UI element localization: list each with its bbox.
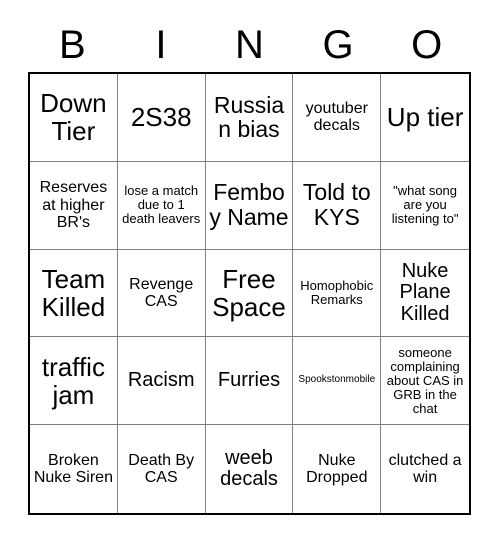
bingo-cell[interactable]: Down Tier [30,74,118,162]
header-letter-b: B [58,23,86,67]
header-letter-o: O [411,23,443,67]
bingo-cell[interactable]: Racism [117,337,206,426]
bingo-cell-label: Broken Nuke Siren [33,451,113,487]
bingo-cell-label: Nuke Plane Killed [399,259,451,325]
bingo-cell[interactable]: clutched a win [381,425,469,513]
bingo-cell-label: Team Killed [41,263,106,322]
bingo-cell[interactable]: Nuke Dropped [293,425,382,513]
bingo-cell-label: Revenge CAS [129,275,194,310]
bingo-cell[interactable]: Revenge CAS [117,249,206,338]
bingo-cell[interactable]: Free Space [205,249,294,338]
bingo-cell[interactable]: Spookstonmobile [293,337,382,426]
bingo-cell[interactable]: 2S38 [117,74,206,162]
bingo-cell-label: Nuke Dropped [306,451,368,487]
bingo-cell[interactable]: Nuke Plane Killed [381,249,469,338]
bingo-cell-label: Racism [127,368,195,391]
bingo-cell[interactable]: youtuber decals [293,74,382,162]
bingo-cell-label: clutched a win [388,451,462,487]
header-letter-n: N [235,23,264,67]
bingo-header: B I N G O [28,18,471,72]
bingo-cell[interactable]: Furries [205,337,294,426]
bingo-cell-label: Spookstonmobile [298,374,376,386]
bingo-cell[interactable]: Up tier [381,74,469,162]
bingo-cell-label: someone complaining about CAS in GRB in … [386,344,464,416]
bingo-cell-label: lose a match due to 1 death leavers [122,183,201,227]
bingo-grid: Down Tier 2S38 Russian bias youtuber decals… [28,72,471,515]
bingo-cell[interactable]: Femboy Name [205,161,294,250]
header-letter-i: I [155,23,167,67]
bingo-cell-label: Reserves at higher BR's [39,179,108,231]
bingo-cell-label: Down Tier [40,88,107,147]
bingo-cell-label: Told to KYS [302,179,371,231]
bingo-cell-label: weeb decals [220,446,278,491]
bingo-cell[interactable]: Russian bias [205,74,294,162]
header-letter-g: G [322,23,354,67]
bingo-cell-label: Free Space [212,263,286,322]
bingo-cell-label: "what song are you listening to" [391,183,459,227]
bingo-cell-label: Death By CAS [128,451,195,487]
bingo-cell[interactable]: "what song are you listening to" [381,161,469,250]
bingo-cell[interactable]: Team Killed [30,249,118,338]
bingo-cell-label: Russian bias [213,91,285,143]
bingo-cell-label: Homophobic Remarks [300,277,374,307]
bingo-cell[interactable]: Homophobic Remarks [293,249,382,338]
bingo-cell[interactable]: Death By CAS [117,425,206,513]
bingo-cell[interactable]: someone complaining about CAS in GRB in … [381,337,469,426]
bingo-cell-label: youtuber decals [305,100,368,135]
bingo-cell[interactable]: Reserves at higher BR's [30,161,118,250]
bingo-cell[interactable]: traffic jam [30,337,118,426]
bingo-cell[interactable]: weeb decals [205,425,294,513]
bingo-cell-label: 2S38 [130,102,192,133]
bingo-cell[interactable]: lose a match due to 1 death leavers [117,161,206,250]
bingo-cell[interactable]: Told to KYS [293,161,382,250]
bingo-cell-label: Up tier [386,102,464,133]
bingo-cell-label: Femboy Name [209,179,289,231]
bingo-cell-label: Furries [217,368,281,391]
bingo-card: B I N G O Down Tier 2S38 Russian bias youtu… [0,0,500,544]
bingo-cell[interactable]: Broken Nuke Siren [30,425,118,513]
bingo-cell-label: traffic jam [41,351,105,410]
